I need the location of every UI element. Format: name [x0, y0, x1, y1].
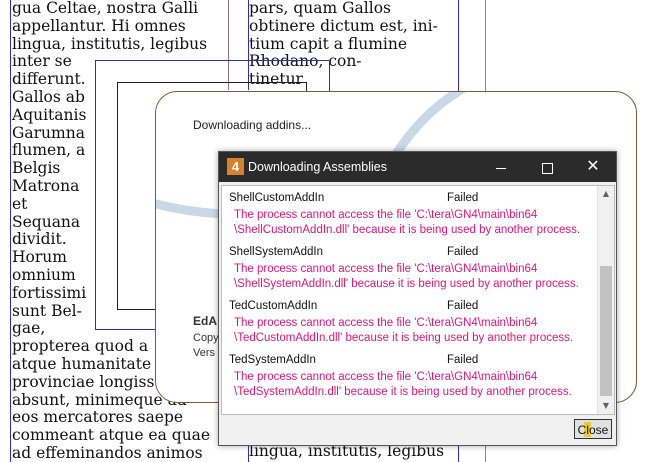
maximize-button[interactable] [524, 152, 570, 182]
assembly-status: Failed [447, 354, 479, 366]
dialog-title: Downloading Assemblies [248, 160, 387, 174]
close-button-label: Close [577, 423, 609, 437]
app-icon: 4 [227, 158, 244, 175]
assembly-error-message: The process cannot access the file 'C:\t… [234, 263, 579, 290]
assembly-error-message: The process cannot access the file 'C:\t… [234, 317, 574, 344]
maximize-icon [541, 162, 553, 174]
downloading-assemblies-dialog: 4 Downloading Assemblies ✕ ShellCustomAd… [218, 151, 617, 446]
close-icon: ✕ [586, 158, 600, 175]
close-button[interactable]: Close [574, 419, 612, 439]
splash-version: Vers [193, 347, 216, 359]
splash-product-name: EdA [193, 314, 217, 328]
minimize-icon [496, 167, 506, 169]
assembly-name: ShellCustomAddIn [229, 192, 325, 204]
minimize-button[interactable] [478, 152, 524, 182]
scrollbar-thumb[interactable] [600, 266, 612, 396]
assembly-status: Failed [447, 246, 479, 258]
assembly-status: Failed [447, 192, 479, 204]
assembly-status: Failed [447, 300, 479, 312]
dialog-titlebar[interactable]: 4 Downloading Assemblies ✕ [219, 152, 616, 182]
column-guide-line [10, 0, 11, 462]
vertical-scrollbar[interactable]: ▲ ▼ [597, 186, 614, 414]
window-close-button[interactable]: ✕ [570, 152, 616, 182]
splash-status-text: Downloading addins... [193, 118, 312, 132]
scroll-down-icon[interactable]: ▼ [598, 398, 614, 414]
column-guide-line [458, 0, 459, 95]
assembly-error-message: The process cannot access the file 'C:\t… [234, 371, 572, 398]
assembly-error-message: The process cannot access the file 'C:\t… [234, 209, 581, 236]
assembly-name: TedSystemAddIn [229, 354, 316, 366]
assembly-list[interactable]: ShellCustomAddIn Failed The process cann… [221, 185, 615, 415]
assembly-name: TedCustomAddIn [229, 300, 318, 312]
splash-copyright: Copy [193, 332, 219, 344]
scroll-up-icon[interactable]: ▲ [598, 186, 614, 202]
assembly-name: ShellSystemAddIn [229, 246, 323, 258]
